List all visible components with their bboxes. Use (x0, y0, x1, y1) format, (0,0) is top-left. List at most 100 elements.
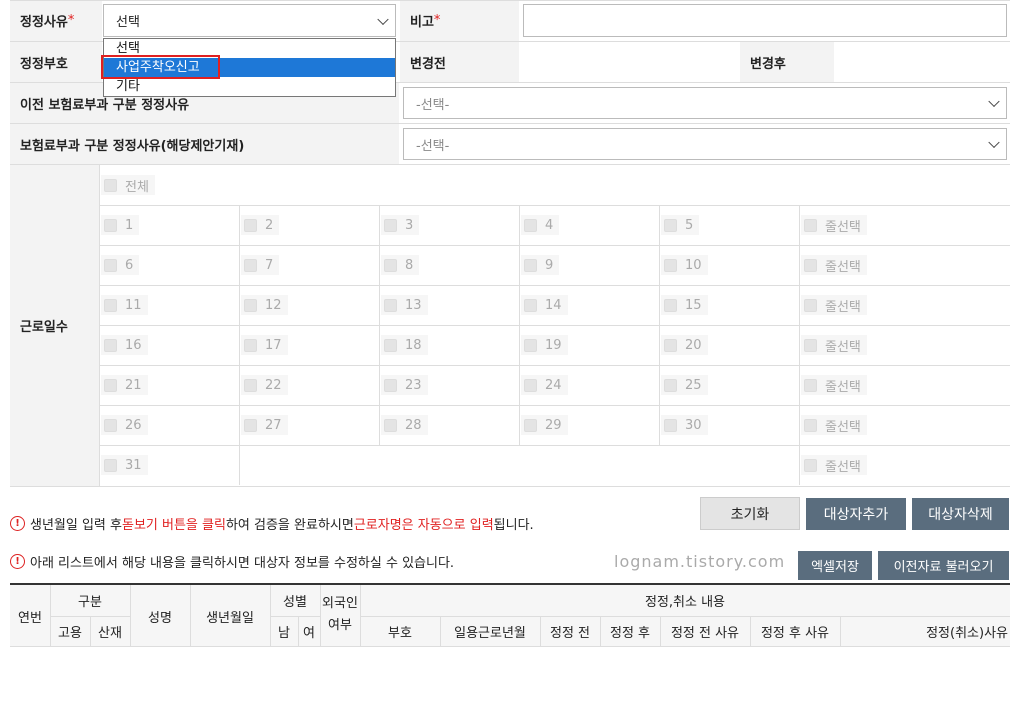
divider (519, 205, 520, 245)
prev-insurance-select[interactable]: -선택- (403, 87, 1007, 119)
day-checkbox[interactable]: 11 (101, 295, 148, 315)
checkbox-icon (664, 298, 677, 312)
checkbox-icon (104, 298, 117, 312)
checkbox-icon (804, 258, 817, 272)
select-all-checkbox[interactable]: 전체 (101, 175, 155, 195)
day-checkbox[interactable]: 1 (101, 215, 140, 235)
correction-reason-label: 정정사유 * (10, 0, 102, 41)
row-select-checkbox[interactable]: 줄선택 (801, 415, 867, 435)
checkbox-icon (804, 298, 817, 312)
divider (99, 445, 1010, 446)
day-checkbox[interactable]: 29 (521, 415, 568, 435)
reset-button[interactable]: 초기화 (700, 497, 800, 530)
divider (239, 445, 240, 485)
divider (659, 205, 660, 245)
day-checkbox[interactable]: 22 (241, 375, 288, 395)
chevron-down-icon (988, 136, 1000, 149)
checkbox-icon (524, 298, 537, 312)
day-checkbox[interactable]: 20 (661, 335, 708, 355)
checkbox-label: 3 (405, 217, 414, 233)
day-checkbox[interactable]: 19 (521, 335, 568, 355)
day-checkbox[interactable]: 16 (101, 335, 148, 355)
checkbox-icon (244, 218, 257, 232)
day-checkbox[interactable]: 2 (241, 215, 280, 235)
row-select-checkbox[interactable]: 줄선택 (801, 335, 867, 355)
day-checkbox[interactable]: 12 (241, 295, 288, 315)
day-checkbox[interactable]: 26 (101, 415, 148, 435)
divider (519, 285, 520, 325)
row-select-checkbox[interactable]: 줄선택 (801, 255, 867, 275)
row-select-checkbox[interactable]: 줄선택 (801, 295, 867, 315)
add-target-button[interactable]: 대상자추가 (806, 498, 906, 530)
row-select-checkbox[interactable]: 줄선택 (801, 215, 867, 235)
col-code: 부호 (388, 626, 412, 641)
highlight-box (101, 55, 220, 79)
checkbox-label: 18 (405, 337, 422, 353)
row-select-checkbox[interactable]: 줄선택 (801, 455, 867, 475)
col-employment: 고용 (58, 626, 82, 641)
day-checkbox[interactable]: 31 (101, 455, 148, 475)
load-previous-button[interactable]: 이전자료 불러오기 (878, 551, 1009, 580)
day-checkbox[interactable]: 18 (381, 335, 428, 355)
divider (10, 0, 1010, 1)
col-gender: 성별 (283, 595, 307, 610)
divider (239, 205, 240, 245)
insurance-select[interactable]: -선택- (403, 128, 1007, 160)
checkbox-icon (524, 378, 537, 392)
checkbox-label: 줄선택 (825, 459, 861, 475)
checkbox-label: 14 (545, 297, 562, 313)
col-cancel-reason: 정정(취소)사유 (926, 626, 1008, 641)
delete-target-button[interactable]: 대상자삭제 (912, 498, 1009, 530)
checkbox-icon (664, 418, 677, 432)
day-checkbox[interactable]: 25 (661, 375, 708, 395)
day-checkbox[interactable]: 4 (521, 215, 560, 235)
day-checkbox[interactable]: 14 (521, 295, 568, 315)
divider (659, 405, 660, 445)
excel-save-button[interactable]: 엑셀저장 (798, 551, 872, 580)
day-checkbox[interactable]: 17 (241, 335, 288, 355)
checkbox-icon (244, 378, 257, 392)
divider (10, 486, 1010, 487)
day-checkbox[interactable]: 23 (381, 375, 428, 395)
day-checkbox[interactable]: 24 (521, 375, 568, 395)
checkbox-icon (384, 418, 397, 432)
day-checkbox[interactable]: 8 (381, 255, 420, 275)
dropdown-option[interactable]: 기타 (104, 77, 395, 96)
divider (239, 285, 240, 325)
day-checkbox[interactable]: 6 (101, 255, 140, 275)
correction-reason-value: 선택 (116, 15, 140, 30)
checkbox-icon (804, 378, 817, 392)
divider (659, 325, 660, 365)
day-checkbox[interactable]: 15 (661, 295, 708, 315)
divider (659, 245, 660, 285)
day-checkbox[interactable]: 28 (381, 415, 428, 435)
checkbox-label: 28 (405, 417, 422, 433)
checkbox-icon (104, 218, 117, 232)
divider (239, 245, 240, 285)
checkbox-icon (244, 338, 257, 352)
divider (99, 365, 1010, 366)
row-select-checkbox[interactable]: 줄선택 (801, 375, 867, 395)
day-checkbox[interactable]: 13 (381, 295, 428, 315)
divider (239, 405, 240, 445)
checkbox-icon (804, 458, 817, 472)
divider (99, 205, 1010, 206)
checkbox-icon (104, 418, 117, 432)
col-birth: 생년월일 (206, 610, 254, 626)
day-checkbox[interactable]: 21 (101, 375, 148, 395)
checkbox-label: 4 (545, 217, 554, 233)
day-checkbox[interactable]: 3 (381, 215, 420, 235)
day-checkbox[interactable]: 7 (241, 255, 280, 275)
checkbox-label: 10 (685, 257, 702, 273)
checkbox-label: 22 (265, 377, 282, 393)
day-checkbox[interactable]: 9 (521, 255, 560, 275)
checkbox-label: 27 (265, 417, 282, 433)
correction-reason-select[interactable]: 선택 (103, 4, 396, 37)
remark-input[interactable] (523, 4, 1007, 37)
day-checkbox[interactable]: 30 (661, 415, 708, 435)
divider (99, 285, 1010, 286)
day-checkbox[interactable]: 27 (241, 415, 288, 435)
day-checkbox[interactable]: 5 (661, 215, 700, 235)
day-checkbox[interactable]: 10 (661, 255, 708, 275)
divider (99, 165, 100, 486)
